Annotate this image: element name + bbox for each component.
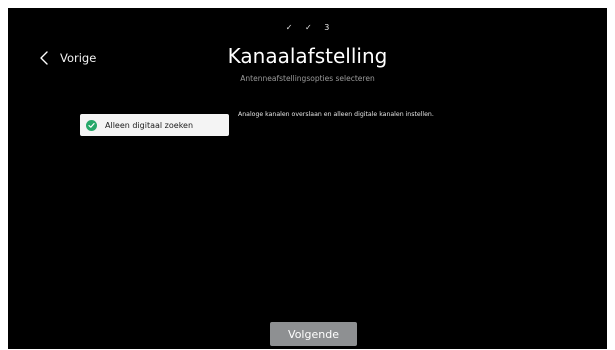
- page-title: Kanaalafstelling: [227, 44, 388, 68]
- step-3-current: 3: [324, 23, 330, 32]
- page-subtitle: Antenneafstellingsopties selecteren: [240, 74, 375, 83]
- option-digital-only[interactable]: Alleen digitaal zoeken: [80, 114, 229, 136]
- step-indicator: ✓ ✓ 3: [8, 23, 607, 32]
- check-circle-icon: [86, 119, 97, 131]
- step-2-done-icon: ✓: [304, 23, 312, 32]
- option-description: Analoge kanalen overslaan en alleen digi…: [238, 111, 434, 118]
- next-button[interactable]: Volgende: [270, 322, 357, 346]
- tv-screen: ✓ ✓ 3 Vorige Kanaalafstelling Antenneafs…: [8, 8, 607, 349]
- option-label: Alleen digitaal zoeken: [105, 120, 194, 130]
- step-1-done-icon: ✓: [285, 23, 293, 32]
